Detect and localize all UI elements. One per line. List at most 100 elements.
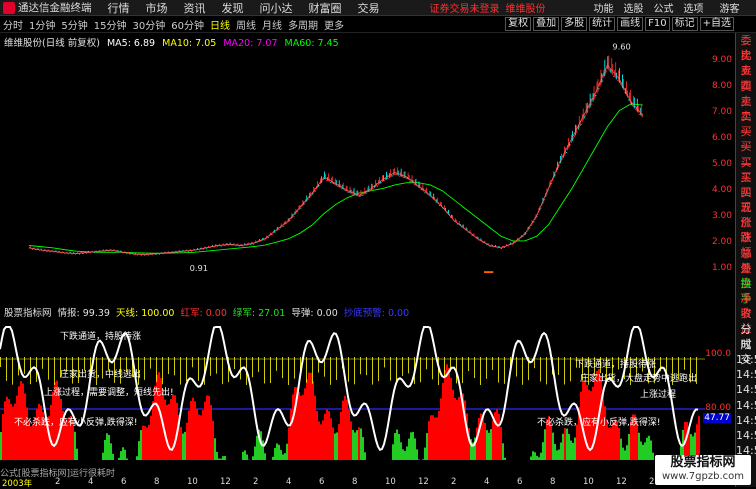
ind-text-3: 上涨过程，需要调整，短线先出! xyxy=(44,386,174,398)
menu-formula[interactable]: 公式 xyxy=(654,0,674,15)
candle xyxy=(609,69,610,71)
candle xyxy=(148,255,149,256)
candle xyxy=(221,246,222,247)
indicator-bar xyxy=(304,388,306,460)
period-daily[interactable]: 日线 xyxy=(207,17,233,32)
period-toolbar: 分时 1分钟 5分钟 15分钟 30分钟 60分钟 日线 周线 月线 多周期 更… xyxy=(0,16,756,33)
indicator-bar xyxy=(562,434,564,460)
tool-add-favorite[interactable]: +自选 xyxy=(700,17,734,31)
period-60min[interactable]: 60分钟 xyxy=(168,17,207,32)
candle xyxy=(101,252,102,253)
indicator-bar xyxy=(192,398,194,460)
candle xyxy=(323,179,324,181)
indicator-bar xyxy=(252,456,254,460)
quote-field-4: 卖二 xyxy=(736,94,756,109)
user-guest[interactable]: 游客 xyxy=(720,0,740,15)
tool-huaxian[interactable]: 画线 xyxy=(617,17,643,31)
candle xyxy=(330,182,331,183)
tool-diejia[interactable]: 叠加 xyxy=(533,17,559,31)
menu-item-jiaoyi[interactable]: 交易 xyxy=(358,0,380,16)
indicator-bar xyxy=(210,405,212,460)
indicator-bar xyxy=(220,459,222,460)
login-alert[interactable]: 证券交易未登录 xyxy=(430,0,500,15)
period-5min[interactable]: 5分钟 xyxy=(58,17,90,32)
menu-item-caifuquan[interactable]: 财富圈 xyxy=(309,0,342,16)
period-multi[interactable]: 多周期 xyxy=(285,17,321,32)
tool-fuquan[interactable]: 复权 xyxy=(505,17,531,31)
candle xyxy=(297,211,298,212)
candle xyxy=(359,196,360,197)
candle xyxy=(573,137,574,139)
watermark-title: 股票指标网 xyxy=(655,455,751,471)
indicator-bar xyxy=(222,456,224,460)
menu-options[interactable]: 选项 xyxy=(684,0,704,15)
indicator-bar xyxy=(14,404,16,460)
indicator-yellow-bar xyxy=(264,357,265,384)
indicator-bar xyxy=(542,442,544,460)
candle xyxy=(612,64,613,75)
indicator-bar xyxy=(208,396,210,460)
menu-item-faxian[interactable]: 发现 xyxy=(222,0,244,16)
indicator-yellow-bar xyxy=(42,357,43,369)
tool-duogu[interactable]: 多股 xyxy=(561,17,587,31)
ma60-line xyxy=(29,104,643,253)
candle xyxy=(315,191,316,192)
period-30min[interactable]: 30分钟 xyxy=(129,17,168,32)
candle xyxy=(637,99,638,112)
period-weekly[interactable]: 周线 xyxy=(233,17,259,32)
candle xyxy=(633,96,634,108)
candle xyxy=(370,190,371,191)
candle xyxy=(608,56,609,71)
indicator-bar xyxy=(430,415,432,460)
candle xyxy=(382,175,383,182)
indicator-bar xyxy=(74,432,76,460)
candle xyxy=(551,183,552,184)
menu-item-zixun[interactable]: 资讯 xyxy=(184,0,206,16)
candle xyxy=(559,165,560,166)
indicator-yellow-bar xyxy=(192,357,193,367)
tool-tongji[interactable]: 统计 xyxy=(589,17,615,31)
indicator-bar xyxy=(488,433,490,460)
indicator-bar xyxy=(530,456,532,460)
candle xyxy=(257,242,258,243)
period-more[interactable]: 更多 xyxy=(321,17,347,32)
menu-select-stock[interactable]: 选股 xyxy=(624,0,644,15)
date-tick: 2 xyxy=(55,477,60,487)
menu-item-hangqing[interactable]: 行情 xyxy=(108,0,130,16)
candle xyxy=(152,254,153,255)
period-monthly[interactable]: 月线 xyxy=(259,17,285,32)
candle xyxy=(584,116,585,119)
indicator-bar xyxy=(290,409,292,460)
candle xyxy=(634,98,635,109)
candle xyxy=(611,58,612,74)
stock-name-top: 维维股份 xyxy=(506,0,546,15)
indicator-yellow-bar xyxy=(270,357,271,383)
indicator-bar xyxy=(362,437,364,460)
menu-function[interactable]: 功能 xyxy=(594,0,614,15)
indicator-bar xyxy=(428,421,430,460)
indicator-bar xyxy=(32,424,34,460)
period-1min[interactable]: 1分钟 xyxy=(26,17,58,32)
price-tick: 1.00 xyxy=(712,263,732,273)
period-15min[interactable]: 15分钟 xyxy=(91,17,130,32)
menu-item-shichang[interactable]: 市场 xyxy=(146,0,168,16)
period-fenshi[interactable]: 分时 xyxy=(0,17,26,32)
candle xyxy=(272,234,273,235)
indicator-bar xyxy=(404,451,406,460)
indicator-chart[interactable]: 下跌通道，持股待涨 庄家出货，中线逃出 上涨过程，需要调整，短线先出! 不必杀跌… xyxy=(0,317,705,460)
indicator-bar xyxy=(104,440,106,460)
indicator-bar xyxy=(102,453,104,460)
candle xyxy=(388,178,389,179)
candle xyxy=(286,223,287,224)
indicator-bar xyxy=(36,408,38,460)
tool-biaoji[interactable]: 标记 xyxy=(672,17,698,31)
quote-field-19: 分时 xyxy=(736,322,756,337)
indicator-bar xyxy=(216,452,218,460)
candle xyxy=(250,244,251,245)
site-watermark: 股票指标网 www.7gpzb.com xyxy=(655,455,751,485)
candle xyxy=(548,189,549,190)
tool-f10[interactable]: F10 xyxy=(645,17,669,31)
menu-item-wenxiaoda[interactable]: 问小达 xyxy=(260,0,293,16)
candle xyxy=(410,181,411,182)
kline-chart[interactable]: 9.60 0.91 xyxy=(0,33,705,273)
